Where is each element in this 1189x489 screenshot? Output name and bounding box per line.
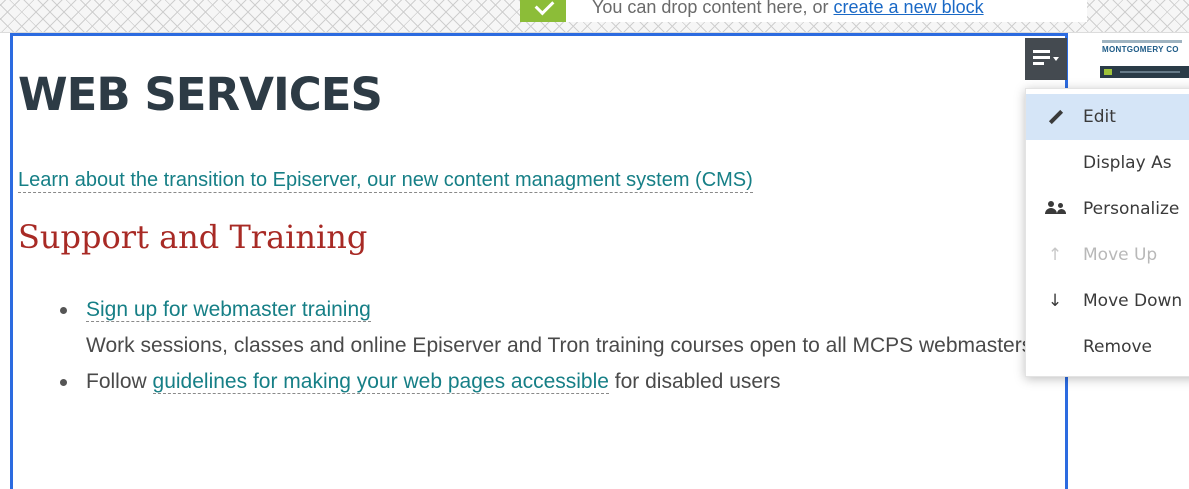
- thumbnail-brand: MONTGOMERY CO: [1102, 45, 1179, 54]
- episerver-edit-view: You can drop content here, or create a n…: [0, 0, 1189, 489]
- arrow-down-icon: ↓: [1047, 291, 1063, 311]
- section-heading: Support and Training: [18, 218, 368, 256]
- caret-down-icon: [1053, 57, 1059, 61]
- menu-item-edit[interactable]: Edit: [1026, 94, 1189, 140]
- menu-item-remove[interactable]: Remove: [1026, 324, 1189, 370]
- webmaster-training-link[interactable]: Sign up for webmaster training: [86, 298, 371, 322]
- thumbnail-header-line: [1102, 40, 1182, 43]
- users-icon: [1045, 201, 1067, 217]
- list-item: Sign up for webmaster training Work sess…: [60, 292, 1060, 364]
- thumbnail-nav-bar: [1100, 66, 1189, 78]
- list-item-prefix: Follow: [86, 370, 153, 393]
- drop-zone-text: You can drop content here, or create a n…: [592, 0, 984, 18]
- menu-item-move-down[interactable]: ↓ Move Down: [1026, 278, 1189, 324]
- list-item-suffix: for disabled users: [608, 370, 781, 393]
- hamburger-icon: [1033, 50, 1050, 66]
- menu-item-label: Display As: [1083, 153, 1172, 173]
- pencil-icon: [1048, 109, 1064, 125]
- menu-item-move-up: ↑ Move Up: [1026, 232, 1189, 278]
- checkmark-icon: [520, 0, 566, 22]
- bullet-icon: [60, 307, 67, 314]
- block-menu-button[interactable]: [1025, 38, 1067, 80]
- training-description: Work sessions, classes and online Episer…: [86, 334, 1033, 357]
- menu-item-label: Move Down: [1083, 291, 1183, 311]
- drop-zone-message: You can drop content here, or create a n…: [520, 0, 1087, 22]
- list-item: Follow guidelines for making your web pa…: [60, 364, 1060, 400]
- block-context-menu: Edit Display As Personalize ↑ Move Up ↓ …: [1025, 88, 1189, 377]
- drop-zone-label: You can drop content here, or: [592, 0, 834, 17]
- accessibility-guidelines-link[interactable]: guidelines for making your web pages acc…: [152, 370, 609, 394]
- support-list: Sign up for webmaster training Work sess…: [60, 292, 1060, 400]
- menu-item-label: Personalize: [1083, 199, 1180, 219]
- content-drop-zone[interactable]: You can drop content here, or create a n…: [0, 0, 1189, 33]
- page-title: WEB SERVICES: [18, 68, 383, 121]
- menu-item-personalize[interactable]: Personalize: [1026, 186, 1189, 232]
- create-new-block-link[interactable]: create a new block: [834, 0, 984, 17]
- menu-item-display-as[interactable]: Display As: [1026, 140, 1189, 186]
- menu-item-label: Edit: [1083, 107, 1116, 127]
- menu-item-label: Remove: [1083, 337, 1152, 357]
- episerver-transition-link[interactable]: Learn about the transition to Episerver,…: [18, 168, 753, 193]
- arrow-up-icon: ↑: [1047, 245, 1063, 265]
- menu-item-label: Move Up: [1083, 245, 1158, 265]
- bullet-icon: [60, 379, 67, 386]
